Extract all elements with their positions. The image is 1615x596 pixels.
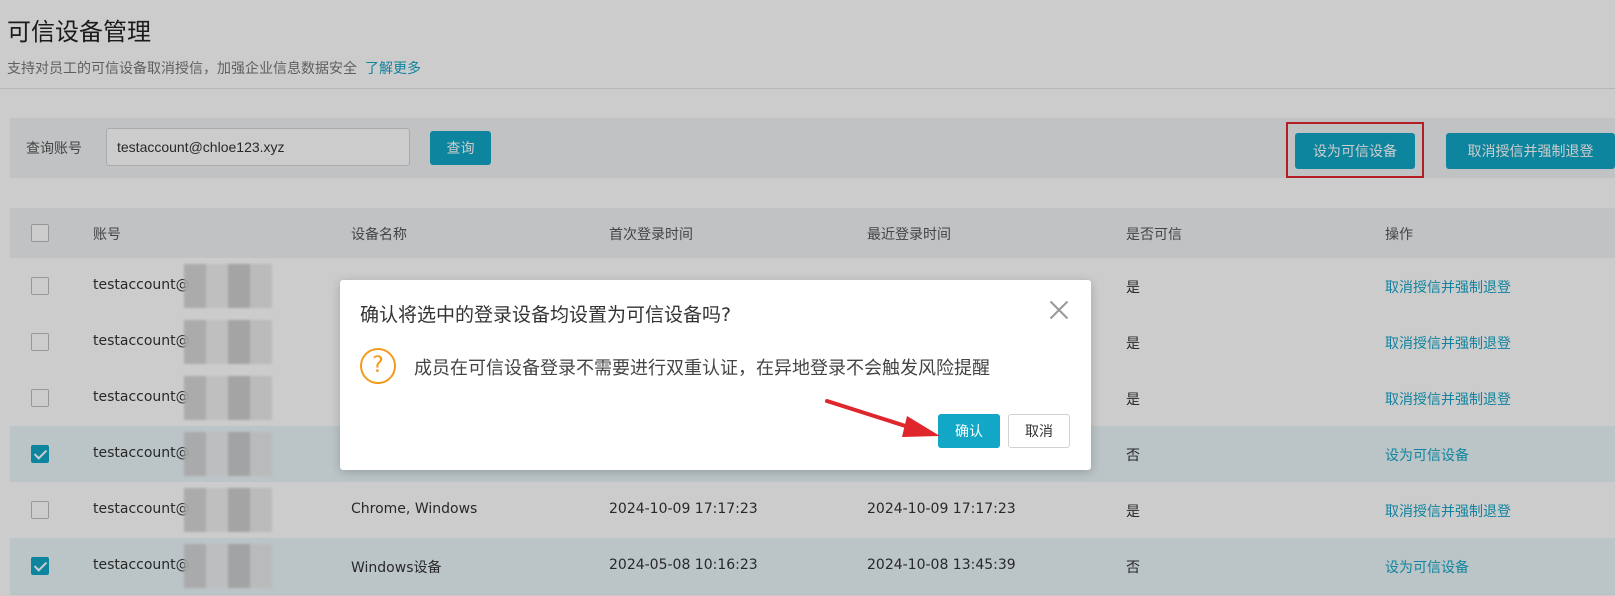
confirm-button[interactable]: 确认 — [938, 414, 1000, 448]
page: 可信设备管理 支持对员工的可信设备取消授信，加强企业信息数据安全 了解更多 查询账… — [0, 0, 1615, 596]
cancel-button[interactable]: 取消 — [1008, 414, 1070, 448]
question-icon: ? — [360, 348, 396, 384]
close-icon[interactable] — [1045, 296, 1073, 324]
dialog-title: 确认将选中的登录设备均设置为可信设备吗? — [360, 304, 732, 326]
dialog-message: 成员在可信设备登录不需要进行双重认证，在异地登录不会触发风险提醒 — [414, 358, 990, 379]
confirm-dialog: 确认将选中的登录设备均设置为可信设备吗? ? 成员在可信设备登录不需要进行双重认… — [340, 280, 1091, 470]
